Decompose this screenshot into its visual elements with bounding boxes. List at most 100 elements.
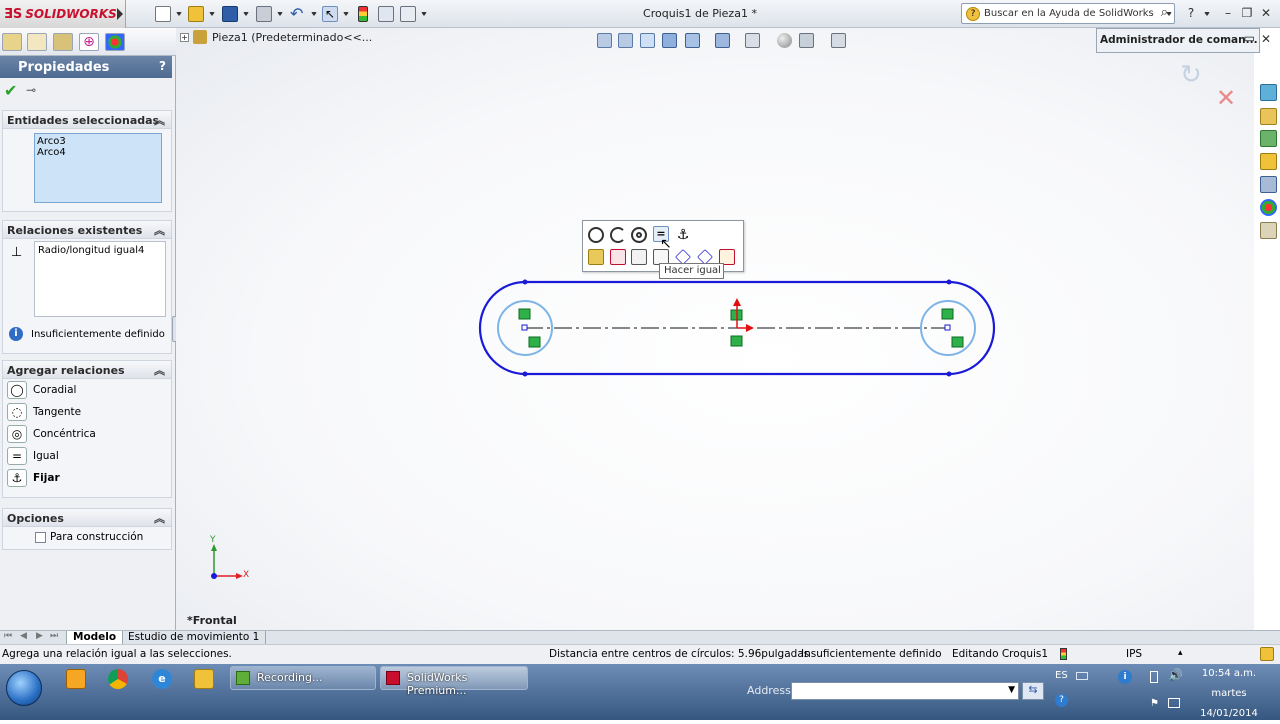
file-explorer-icon[interactable] [1260,130,1277,147]
existing-relations-header[interactable]: Relaciones existentes ︽ [3,221,171,239]
sketch-geometry[interactable] [176,28,1254,630]
select-dropdown-icon[interactable] [343,12,349,16]
help-icon[interactable]: ? [1184,6,1198,20]
file-explorer-icon[interactable] [194,669,214,689]
search-folder-icon[interactable] [1260,153,1277,170]
battery-tray-icon[interactable] [1150,671,1158,683]
tags-icon[interactable] [1260,647,1274,661]
taskbar-recording[interactable]: Recording... [230,666,376,690]
view-palette-icon[interactable] [1260,176,1277,193]
display-relations-icon[interactable] [588,249,604,265]
circle-center-point[interactable] [521,324,528,331]
help-search-box[interactable]: ? Buscar en la Ayuda de SolidWorks ⌕ [961,3,1175,24]
configuration-manager-tab-icon[interactable] [53,33,73,51]
relation-tangent[interactable]: ◌ Tangente [3,401,171,423]
select-cursor-icon[interactable]: ↖ [322,6,338,22]
address-dropdown-icon[interactable]: ▼ [1008,685,1015,695]
help-tray-icon[interactable]: ? [1055,694,1068,707]
options-header[interactable]: Opciones ︽ [3,509,171,527]
undo-dropdown-icon[interactable] [311,12,317,16]
concentric-icon[interactable] [631,227,647,243]
offset-entities-icon[interactable] [631,249,647,265]
restore-icon[interactable]: ❐ [1240,6,1254,20]
sketch-point[interactable] [522,371,528,377]
system-clock[interactable]: 10:54 a.m. martes 14/01/2014 [1186,664,1272,724]
panel-close-icon[interactable]: ✕ [1261,32,1271,46]
tab-scroll-first-icon[interactable]: ⏮ [4,631,12,641]
help-dropdown-icon[interactable] [1204,12,1210,16]
open-folder-icon[interactable] [188,6,204,22]
options-dropdown-icon[interactable] [421,12,427,16]
appearances-icon[interactable] [1260,199,1277,216]
file-properties-icon[interactable] [378,6,394,22]
collapse-chevron-icon[interactable]: ︽ [154,510,165,526]
internet-explorer-icon[interactable]: e [152,669,172,689]
tab-motion-study[interactable]: Estudio de movimiento 1 [122,631,267,645]
volume-tray-icon[interactable]: 🔊 [1168,668,1183,682]
fix-icon[interactable]: ⚓ [675,227,691,243]
ok-checkmark-icon[interactable]: ✔ [4,81,17,100]
display-manager-tab-icon[interactable] [105,33,125,51]
new-dropdown-icon[interactable] [176,12,182,16]
list-item[interactable]: Radio/longitud igual4 [38,245,162,256]
sketch-point[interactable] [946,279,952,285]
tab-scroll-next-icon[interactable]: ▶ [36,631,43,641]
collapse-chevron-icon[interactable]: ︽ [154,222,165,238]
taskbar-solidworks[interactable]: SolidWorks Premium... [380,666,528,697]
property-manager-help-icon[interactable]: ? [159,59,166,73]
windows-start-button[interactable] [6,670,42,706]
circle-center-point[interactable] [944,324,951,331]
tab-model[interactable]: Modelo [66,631,124,645]
sketch-point[interactable] [522,279,528,285]
relation-concentric[interactable]: ◎ Concéntrica [3,423,171,445]
relation-glyph[interactable] [528,336,541,348]
close-icon[interactable]: ✕ [1259,6,1273,20]
convert-entities-icon[interactable] [610,249,626,265]
solidworks-resources-icon[interactable] [1260,84,1277,101]
options-icon[interactable] [400,6,416,22]
relation-equal[interactable]: = Igual [3,445,171,467]
construction-checkbox-row[interactable]: Para construcción [35,531,143,543]
collapse-chevron-icon[interactable]: ︽ [154,362,165,378]
tab-scroll-prev-icon[interactable]: ◀ [20,631,27,641]
new-document-icon[interactable] [155,6,171,22]
selected-entities-header[interactable]: Entidades seleccionadas ︽ [3,111,171,129]
search-dropdown-icon[interactable] [1166,12,1172,16]
list-item[interactable]: Arco4 [37,147,159,158]
status-units[interactable]: IPS [1126,648,1142,660]
flag-tray-icon[interactable]: ⚑ [1150,698,1159,709]
pushpin-icon[interactable]: ⊸ [26,83,36,97]
collapse-chevron-icon[interactable]: ︽ [154,112,165,128]
open-dropdown-icon[interactable] [209,12,215,16]
units-dropdown-icon[interactable]: ▴ [1178,648,1183,658]
info-tray-icon[interactable]: i [1118,670,1132,684]
sketch-point[interactable] [946,371,952,377]
dimxpert-tab-icon[interactable]: ⊕ [79,33,99,51]
add-relations-header[interactable]: Agregar relaciones ︽ [3,361,171,379]
chrome-icon[interactable] [108,669,128,689]
relation-glyph[interactable] [941,308,954,320]
media-player-icon[interactable] [66,669,86,689]
keyboard-tray-icon[interactable] [1076,672,1088,680]
relation-fix[interactable]: ⚓ Fijar [3,467,171,489]
list-item[interactable]: Arco3 [37,136,159,147]
network-tray-icon[interactable] [1168,698,1180,708]
solidworks-logo[interactable]: ƎS SOLIDWORKS [0,0,126,28]
relation-glyph[interactable] [951,336,964,348]
property-manager-tab-icon[interactable] [27,33,47,51]
relation-glyph[interactable] [518,308,531,320]
existing-relations-list[interactable]: Radio/longitud igual4 [34,241,166,317]
menu-expand-icon[interactable] [117,8,123,20]
design-library-icon[interactable] [1260,108,1277,125]
relation-glyph[interactable] [730,335,743,347]
selected-entities-list[interactable]: Arco3 Arco4 [34,133,162,203]
save-icon[interactable] [222,6,238,22]
construction-checkbox[interactable] [35,531,46,543]
minimize-icon[interactable]: – [1221,6,1235,20]
tangent-icon[interactable] [610,227,626,243]
undo-icon[interactable]: ↶ [290,6,306,22]
print-icon[interactable] [256,6,272,22]
custom-properties-icon[interactable] [1260,222,1277,239]
rebuild-traffic-light-icon[interactable] [358,6,368,22]
print-dropdown-icon[interactable] [277,12,283,16]
